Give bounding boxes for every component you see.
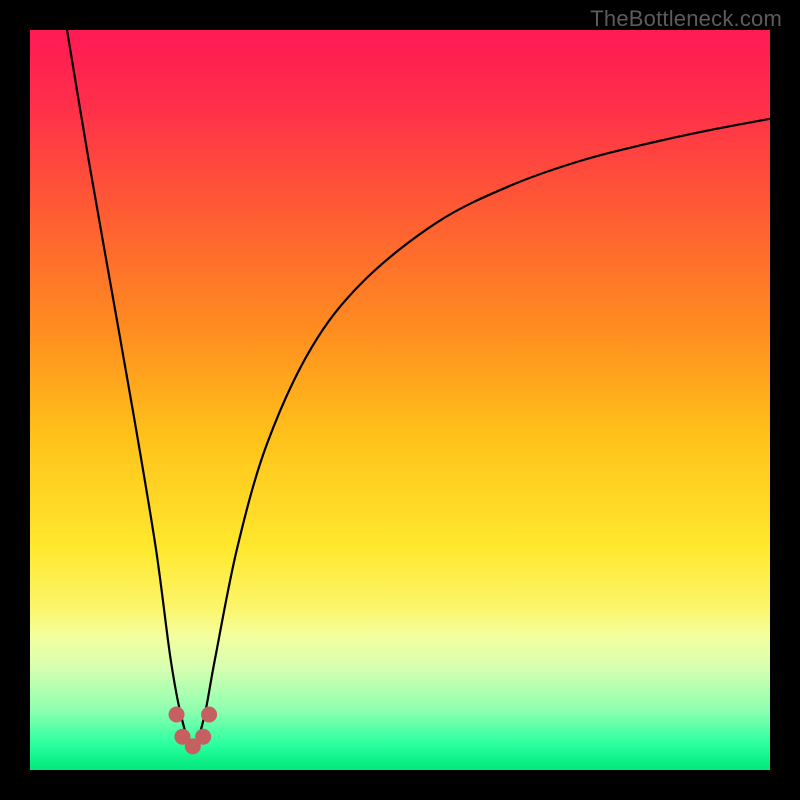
chart-frame: TheBottleneck.com [0,0,800,800]
trough-marker [201,707,217,723]
curve-layer [30,30,770,770]
trough-marker [195,729,211,745]
watermark-text: TheBottleneck.com [590,6,782,32]
trough-marker-group [169,707,218,755]
plot-area [30,30,770,770]
bottleneck-curve [67,30,770,748]
trough-marker [169,707,185,723]
